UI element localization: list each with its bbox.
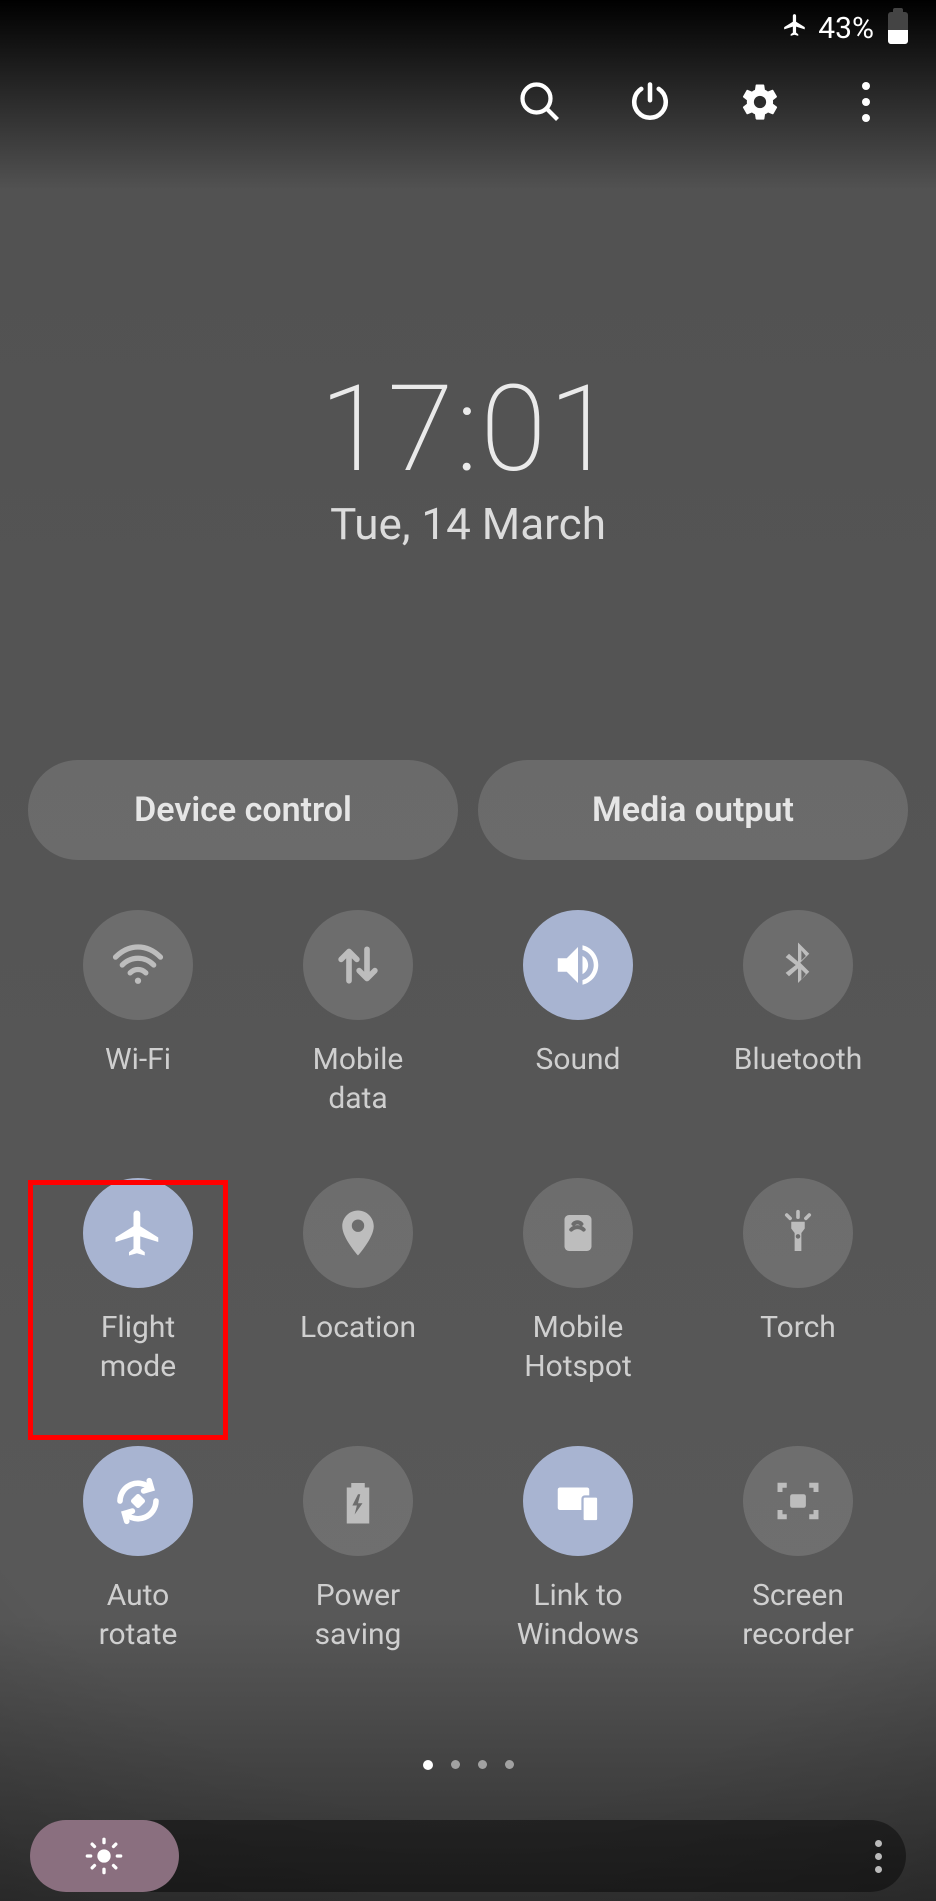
power-icon[interactable] [628, 80, 672, 124]
tile-label: Flight mode [100, 1308, 176, 1386]
battery-icon [888, 12, 908, 44]
tile-auto-rotate[interactable]: Auto rotate [28, 1446, 248, 1654]
power-saving-icon [303, 1446, 413, 1556]
search-icon[interactable] [518, 80, 562, 124]
status-bar: 43% [0, 0, 936, 56]
brightness-slider[interactable] [30, 1820, 906, 1892]
device-control-button[interactable]: Device control [28, 760, 458, 860]
tile-label: Mobile data [313, 1040, 404, 1118]
link-to-windows-icon [523, 1446, 633, 1556]
screen-recorder-icon [743, 1446, 853, 1556]
airplane-icon [83, 1178, 193, 1288]
tile-label: Power saving [315, 1576, 402, 1654]
tile-power-saving[interactable]: Power saving [248, 1446, 468, 1654]
media-output-label: Media output [592, 790, 794, 830]
tile-label: Screen recorder [698, 1576, 898, 1654]
tile-sound[interactable]: Sound [468, 910, 688, 1118]
tile-label: Mobile Hotspot [524, 1308, 632, 1386]
tile-screen-recorder[interactable]: Screen recorder [688, 1446, 908, 1654]
more-options-icon[interactable] [848, 82, 884, 122]
device-control-label: Device control [134, 790, 352, 830]
tile-label: Torch [760, 1308, 836, 1386]
tile-label: Auto rotate [99, 1576, 178, 1654]
tile-label: Bluetooth [734, 1040, 863, 1118]
bluetooth-icon [743, 910, 853, 1020]
brightness-thumb[interactable] [30, 1820, 179, 1892]
sound-icon [523, 910, 633, 1020]
airplane-status-icon [782, 11, 808, 46]
auto-rotate-icon [83, 1446, 193, 1556]
media-output-button[interactable]: Media output [478, 760, 908, 860]
torch-icon [743, 1178, 853, 1288]
hotspot-icon [523, 1178, 633, 1288]
clock-time: 17:01 [0, 360, 936, 500]
tile-label: Link to Windows [478, 1576, 678, 1654]
tile-bluetooth[interactable]: Bluetooth [688, 910, 908, 1118]
tile-link-to-windows[interactable]: Link to Windows [468, 1446, 688, 1654]
battery-percent: 43% [818, 11, 874, 46]
clock-date: Tue, 14 March [0, 498, 936, 550]
wifi-icon [83, 910, 193, 1020]
tile-label: Location [300, 1308, 416, 1386]
tile-wifi[interactable]: Wi-Fi [28, 910, 248, 1118]
settings-gear-icon[interactable] [738, 80, 782, 124]
tile-mobile-data[interactable]: Mobile data [248, 910, 468, 1118]
sun-icon [84, 1836, 124, 1876]
tile-torch[interactable]: Torch [688, 1178, 908, 1386]
tile-location[interactable]: Location [248, 1178, 468, 1386]
page-indicator[interactable] [0, 1760, 936, 1770]
tile-mobile-hotspot[interactable]: Mobile Hotspot [468, 1178, 688, 1386]
tile-label: Wi-Fi [105, 1040, 171, 1118]
quick-panel-toolbar [466, 56, 936, 148]
brightness-more-icon[interactable] [875, 1840, 882, 1873]
tile-flight-mode[interactable]: Flight mode [28, 1178, 248, 1386]
location-pin-icon [303, 1178, 413, 1288]
tile-label: Sound [536, 1040, 621, 1118]
mobile-data-icon [303, 910, 413, 1020]
